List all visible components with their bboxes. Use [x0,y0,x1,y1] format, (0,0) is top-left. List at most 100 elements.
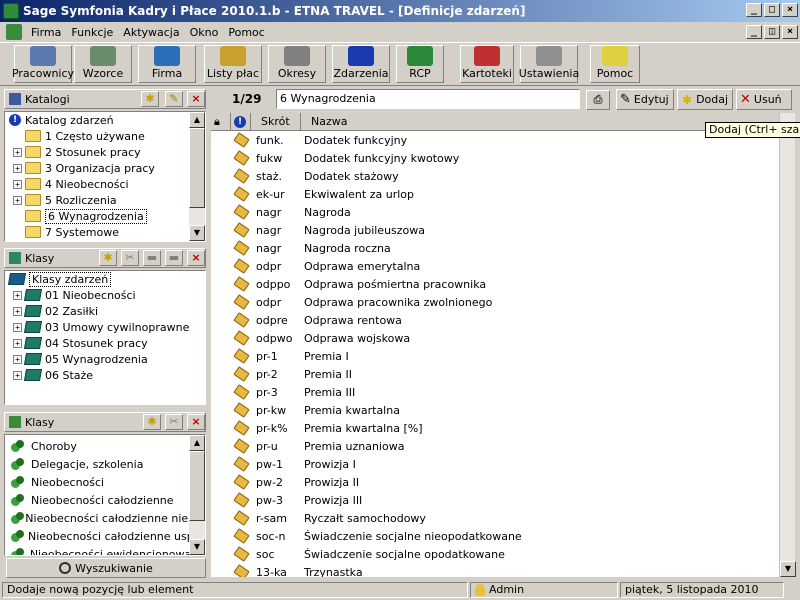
class-tree-item[interactable]: +03 Umowy cywilnoprawne [5,319,205,335]
scroll-up-arrow-icon[interactable]: ▲ [189,435,205,451]
class-tree-item[interactable]: +04 Stosunek pracy [5,335,205,351]
scroll-thumb[interactable] [189,128,205,208]
column-header-skrot[interactable]: Skrót [251,112,301,131]
search-button[interactable]: Wyszukiwanie [6,558,206,578]
class-list-item[interactable]: Nieobecności całodzienne uspra [5,527,205,545]
catalog-item[interactable]: +5 Rozliczenia [5,192,205,208]
table-row[interactable]: pr-3 Premia III [211,383,787,401]
grid-scrollbar[interactable]: ▼ [779,113,796,577]
maximize-button[interactable]: □ [764,3,780,17]
edit-button[interactable]: ✎ Edytuj [616,89,674,110]
menu-aktywacja[interactable]: Aktywacja [118,26,184,39]
document-icon[interactable] [6,24,22,40]
delete-button[interactable]: ✕ Usuń [736,89,792,110]
catalog-field[interactable]: 6 Wynagrodzenia [276,89,580,109]
toolbar-button-2[interactable]: Firma [138,45,196,83]
table-row[interactable]: 13-ka Trzynastka [211,563,787,577]
expand-icon[interactable]: + [13,195,22,205]
table-row[interactable]: pw-1 Prowizja I [211,455,787,473]
expand-icon[interactable]: + [13,306,22,316]
class-tree-item[interactable]: +02 Zasiłki [5,303,205,319]
lock-column-header[interactable]: 🔒︎ [211,112,231,131]
table-row[interactable]: fukw Dodatek funkcyjny kwotowy [211,149,787,167]
katalogi-scrollbar[interactable]: ▲ ▼ [189,112,205,241]
delete-class-button[interactable]: × [187,250,205,266]
expand-icon[interactable]: + [13,338,22,348]
class-tree-item[interactable]: +05 Wynagrodzenia [5,351,205,367]
menu-funkcje[interactable]: Funkcje [66,26,118,39]
table-row[interactable]: r-sam Ryczałt samochodowy [211,509,787,527]
table-row[interactable]: ek-ur Ekwiwalent za urlop [211,185,787,203]
table-row[interactable]: odppo Odprawa pośmiertna pracownika [211,275,787,293]
edit-catalog-button[interactable]: ✎ [165,91,183,107]
table-row[interactable]: soc-n Świadczenie socjalne nieopodatkowan… [211,527,787,545]
klasy-list-scrollbar[interactable]: ▲ ▼ [189,435,205,555]
table-row[interactable]: odpr Odprawa pracownika zwolnionego [211,293,787,311]
table-row[interactable]: pr-kw Premia kwartalna [211,401,787,419]
cut-class-button[interactable]: ✂ [121,250,139,266]
new-class-button[interactable]: ✱ [99,250,117,266]
catalog-item[interactable]: 6 Wynagrodzenia [5,208,205,224]
table-row[interactable]: nagr Nagroda roczna [211,239,787,257]
menu-firma[interactable]: Firma [26,26,66,39]
scroll-up-arrow-icon[interactable]: ▲ [189,112,205,128]
catalog-item[interactable]: 1 Często używane [5,128,205,144]
class-tree-item[interactable]: +06 Staże [5,367,205,383]
table-row[interactable]: odpr Odprawa emerytalna [211,257,787,275]
table-row[interactable]: pr-2 Premia II [211,365,787,383]
table-row[interactable]: funk. Dodatek funkcyjny [211,131,787,149]
folder-class-button[interactable]: ▬ [143,250,161,266]
minimize-button[interactable]: _ [746,3,762,17]
mdi-close-button[interactable]: × [782,25,798,39]
mdi-minimize-button[interactable]: _ [746,25,762,39]
toolbar-button-8[interactable]: Ustawienia [519,45,579,83]
new-catalog-button[interactable]: ✱ [141,91,159,107]
print-button[interactable]: ⎙ [586,90,610,110]
mdi-restore-button[interactable]: ◫ [764,25,780,39]
toolbar-button-6[interactable]: RCP [396,45,444,83]
expand-icon[interactable]: + [13,147,22,157]
scroll-down-arrow-icon[interactable]: ▼ [780,561,796,577]
close-button[interactable]: × [782,3,798,17]
class-list-item[interactable]: Choroby [5,437,205,455]
expand-icon[interactable]: + [13,179,22,189]
menu-pomoc[interactable]: Pomoc [223,26,269,39]
table-row[interactable]: soc Świadczenie socjalne opodatkowane [211,545,787,563]
klasy-root[interactable]: Klasy zdarzeń [5,271,205,287]
folder2-class-button[interactable]: ▬ [165,250,183,266]
add-button[interactable]: ✱ Dodaj [677,89,733,110]
expand-icon[interactable]: + [13,354,22,364]
table-row[interactable]: pr-u Premia uznaniowa [211,437,787,455]
table-row[interactable]: pr-1 Premia I [211,347,787,365]
table-row[interactable]: staż. Dodatek stażowy [211,167,787,185]
menu-okno[interactable]: Okno [185,26,224,39]
toolbar-button-7[interactable]: Kartoteki [460,45,514,83]
toolbar-button-0[interactable]: Pracownicy [12,45,74,83]
tree-root[interactable]: ! Katalog zdarzeń [5,112,205,128]
table-row[interactable]: odpwo Odprawa wojskowa [211,329,787,347]
status-column-header[interactable]: ! [231,112,251,131]
expand-icon[interactable]: + [13,370,22,380]
catalog-item[interactable]: +2 Stosunek pracy [5,144,205,160]
toolbar-button-1[interactable]: Wzorce [74,45,132,83]
delete-list-button[interactable]: × [187,414,205,430]
scroll-thumb[interactable] [189,451,205,521]
cut-list-button[interactable]: ✂ [165,414,183,430]
scroll-down-arrow-icon[interactable]: ▼ [189,539,205,555]
catalog-item[interactable]: 7 Systemowe [5,224,205,240]
table-row[interactable]: pw-2 Prowizja II [211,473,787,491]
table-row[interactable]: pw-3 Prowizja III [211,491,787,509]
toolbar-button-4[interactable]: Okresy [268,45,326,83]
catalog-item[interactable]: +3 Organizacja pracy [5,160,205,176]
toolbar-button-5[interactable]: Zdarzenia [332,45,390,83]
catalog-item[interactable]: +4 Nieobecności [5,176,205,192]
class-tree-item[interactable]: +01 Nieobecności [5,287,205,303]
table-row[interactable]: nagr Nagroda jubileuszowa [211,221,787,239]
expand-icon[interactable]: + [13,290,22,300]
delete-catalog-button[interactable]: × [187,91,205,107]
class-list-item[interactable]: Nieobecności [5,473,205,491]
class-list-item[interactable]: Nieobecności ewidencjonowane [5,545,205,555]
table-row[interactable]: nagr Nagroda [211,203,787,221]
scroll-down-arrow-icon[interactable]: ▼ [189,225,205,241]
toolbar-button-3[interactable]: Listy płac [204,45,262,83]
